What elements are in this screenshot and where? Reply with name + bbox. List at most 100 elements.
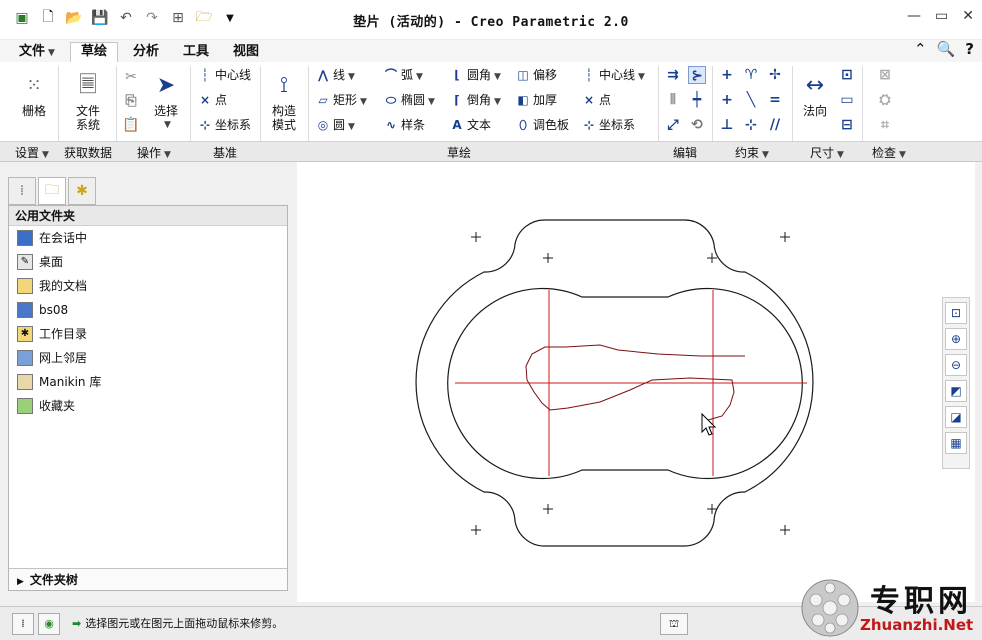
- favorites-tab[interactable]: ✱: [68, 177, 96, 205]
- rotate-resize-icon[interactable]: ⟲: [688, 116, 706, 134]
- coincident-constraint-icon[interactable]: ╲: [742, 91, 760, 109]
- model-tree-tab[interactable]: ⁞: [8, 177, 36, 205]
- reference-dimension-icon[interactable]: ⊟: [838, 116, 856, 134]
- minimize-icon[interactable]: —: [907, 8, 921, 24]
- corner-icon[interactable]: ⤢: [664, 116, 682, 134]
- offset-button[interactable]: ◫ 偏移: [516, 66, 557, 84]
- tab-sketch[interactable]: 草绘: [70, 42, 119, 62]
- datum-point-button[interactable]: × 点: [198, 91, 227, 109]
- folder-desktop[interactable]: ✎ 桌面: [9, 250, 287, 274]
- perimeter-icon[interactable]: ⊡: [838, 66, 856, 84]
- sketch-centerline-button[interactable]: ┆ 中心线 ▼: [582, 66, 645, 84]
- sketch-point[interactable]: [543, 504, 553, 514]
- graphics-area[interactable]: [297, 162, 975, 602]
- divide-icon[interactable]: ┿: [688, 91, 706, 109]
- perpendicular-constraint-icon[interactable]: ⊥: [718, 116, 736, 134]
- repaint-icon[interactable]: ◩: [945, 380, 967, 402]
- ellipse-button[interactable]: ⬭ 椭圆 ▼: [384, 91, 435, 109]
- selection-filter-icon[interactable]: ⛫: [660, 613, 688, 635]
- tab-analysis[interactable]: 分析: [122, 42, 170, 62]
- folder-browser-tab[interactable]: 🗀: [38, 177, 66, 205]
- modify-icon[interactable]: ⇉: [664, 66, 682, 84]
- browser-toggle-icon[interactable]: ◉: [38, 613, 60, 635]
- sketch-display-icon[interactable]: ▦: [945, 432, 967, 454]
- shaded-inspect-icon[interactable]: ⛭: [876, 91, 894, 109]
- circle-button[interactable]: ◎ 圆 ▼: [316, 116, 355, 134]
- folder-browser-panel: 公用文件夹 在会话中 ✎ 桌面 我的文档 bs08 ✱ 工作目录 网上邻居 Ma…: [8, 205, 288, 591]
- folder-my-documents[interactable]: 我的文档: [9, 274, 287, 298]
- symmetric-constraint-icon[interactable]: ⊹: [742, 116, 760, 134]
- search-icon[interactable]: 🔍: [937, 40, 956, 58]
- tab-view[interactable]: 视图: [222, 42, 270, 62]
- offset-icon: ◫: [517, 68, 529, 82]
- folder-in-session[interactable]: 在会话中: [9, 226, 287, 250]
- group-label-constrain[interactable]: 约束 ▼: [714, 144, 790, 161]
- sketch-point[interactable]: [707, 253, 717, 263]
- point-icon: ×: [199, 93, 211, 107]
- equal-constraint-icon[interactable]: =: [766, 91, 784, 109]
- group-label-settings[interactable]: 设置 ▼: [8, 144, 56, 161]
- datum-csys-button[interactable]: ⊹ 坐标系: [198, 116, 251, 134]
- group-label-inspect[interactable]: 检查 ▼: [864, 144, 914, 161]
- baseline-icon[interactable]: ▭: [838, 91, 856, 109]
- sketch-point-button[interactable]: × 点: [582, 91, 611, 109]
- tangent-constraint-icon[interactable]: ♈: [742, 66, 760, 84]
- fillet-button[interactable]: ⌊ 圆角 ▼: [450, 66, 501, 84]
- arc-button[interactable]: ⌒ 弧 ▼: [384, 66, 423, 84]
- horizontal-constraint-icon[interactable]: +: [718, 91, 736, 109]
- parallel-constraint-icon[interactable]: //: [766, 116, 784, 134]
- delete-segment-icon[interactable]: ⊱: [688, 66, 706, 84]
- refit-icon[interactable]: ⊡: [945, 302, 967, 324]
- group-label-dimension[interactable]: 尺寸 ▼: [794, 144, 860, 161]
- overlap-inspect-icon[interactable]: ⊠: [876, 66, 894, 84]
- maximize-icon[interactable]: ▭: [935, 8, 948, 24]
- folder-bs08[interactable]: bs08: [9, 298, 287, 322]
- select-button[interactable]: ➤ 选择 ▼: [146, 68, 186, 132]
- zoom-out-icon[interactable]: ⊖: [945, 354, 967, 376]
- paste-icon[interactable]: 📋: [122, 116, 140, 134]
- zoom-in-icon[interactable]: ⊕: [945, 328, 967, 350]
- vertical-constraint-icon[interactable]: +: [718, 66, 736, 84]
- mirror-icon[interactable]: ⫴: [664, 91, 682, 109]
- grid-button[interactable]: ⁙ 栅格: [14, 68, 54, 119]
- display-style-icon[interactable]: ◪: [945, 406, 967, 428]
- cut-icon[interactable]: ✂: [122, 68, 140, 86]
- midpoint-constraint-icon[interactable]: ✢: [766, 66, 784, 84]
- folder-tree-toggle[interactable]: ▶ 文件夹树: [9, 568, 287, 590]
- chamfer-button[interactable]: ⌈ 倒角 ▼: [450, 91, 501, 109]
- copy-icon[interactable]: ⎘: [122, 92, 140, 110]
- favorites-icon: ✱: [76, 183, 88, 199]
- inner-profile[interactable]: [447, 287, 803, 480]
- close-icon[interactable]: ✕: [962, 8, 974, 24]
- tab-tools[interactable]: 工具: [172, 42, 220, 62]
- text-button[interactable]: A 文本: [450, 116, 491, 134]
- normal-dimension-button[interactable]: ↔ 法向: [796, 68, 834, 119]
- construction-mode-button[interactable]: ⟟ 构造 模式: [264, 68, 304, 133]
- navigator-toggle-icon[interactable]: ⁞: [12, 613, 34, 635]
- group-label-operations[interactable]: 操作 ▼: [120, 144, 188, 161]
- palette-button[interactable]: ⬯ 调色板: [516, 116, 569, 134]
- rectangle-button[interactable]: ▱ 矩形 ▼: [316, 91, 367, 109]
- file-system-button[interactable]: 🗏 文件 系统: [66, 68, 110, 133]
- line-button[interactable]: ⋀ 线 ▼: [316, 66, 355, 84]
- folder-favorites[interactable]: 收藏夹: [9, 394, 287, 418]
- feature-requirements-icon[interactable]: ⌗: [876, 116, 894, 134]
- spline-button[interactable]: ∿ 样条: [384, 116, 425, 134]
- help-icon[interactable]: ?: [965, 40, 974, 58]
- sketch-point[interactable]: [780, 525, 790, 535]
- datum-centerline-button[interactable]: ┆ 中心线: [198, 66, 251, 84]
- minimize-ribbon-icon[interactable]: ⌃: [914, 40, 927, 58]
- tab-file[interactable]: 文件 ▼: [8, 42, 66, 62]
- sketch-point[interactable]: [543, 253, 553, 263]
- dimension-icon: ↔: [805, 73, 825, 98]
- sketch-csys-button[interactable]: ⊹ 坐标系: [582, 116, 635, 134]
- folder-working-directory[interactable]: ✱ 工作目录: [9, 322, 287, 346]
- thicken-button[interactable]: ◧ 加厚: [516, 91, 557, 109]
- fillet-icon: ⌊: [454, 68, 460, 82]
- folder-network[interactable]: 网上邻居: [9, 346, 287, 370]
- sketch-point[interactable]: [471, 525, 481, 535]
- sketch-point[interactable]: [780, 232, 790, 242]
- sketch-point[interactable]: [471, 232, 481, 242]
- sketch-canvas[interactable]: [297, 162, 975, 602]
- folder-manikin-library[interactable]: Manikin 库: [9, 370, 287, 394]
